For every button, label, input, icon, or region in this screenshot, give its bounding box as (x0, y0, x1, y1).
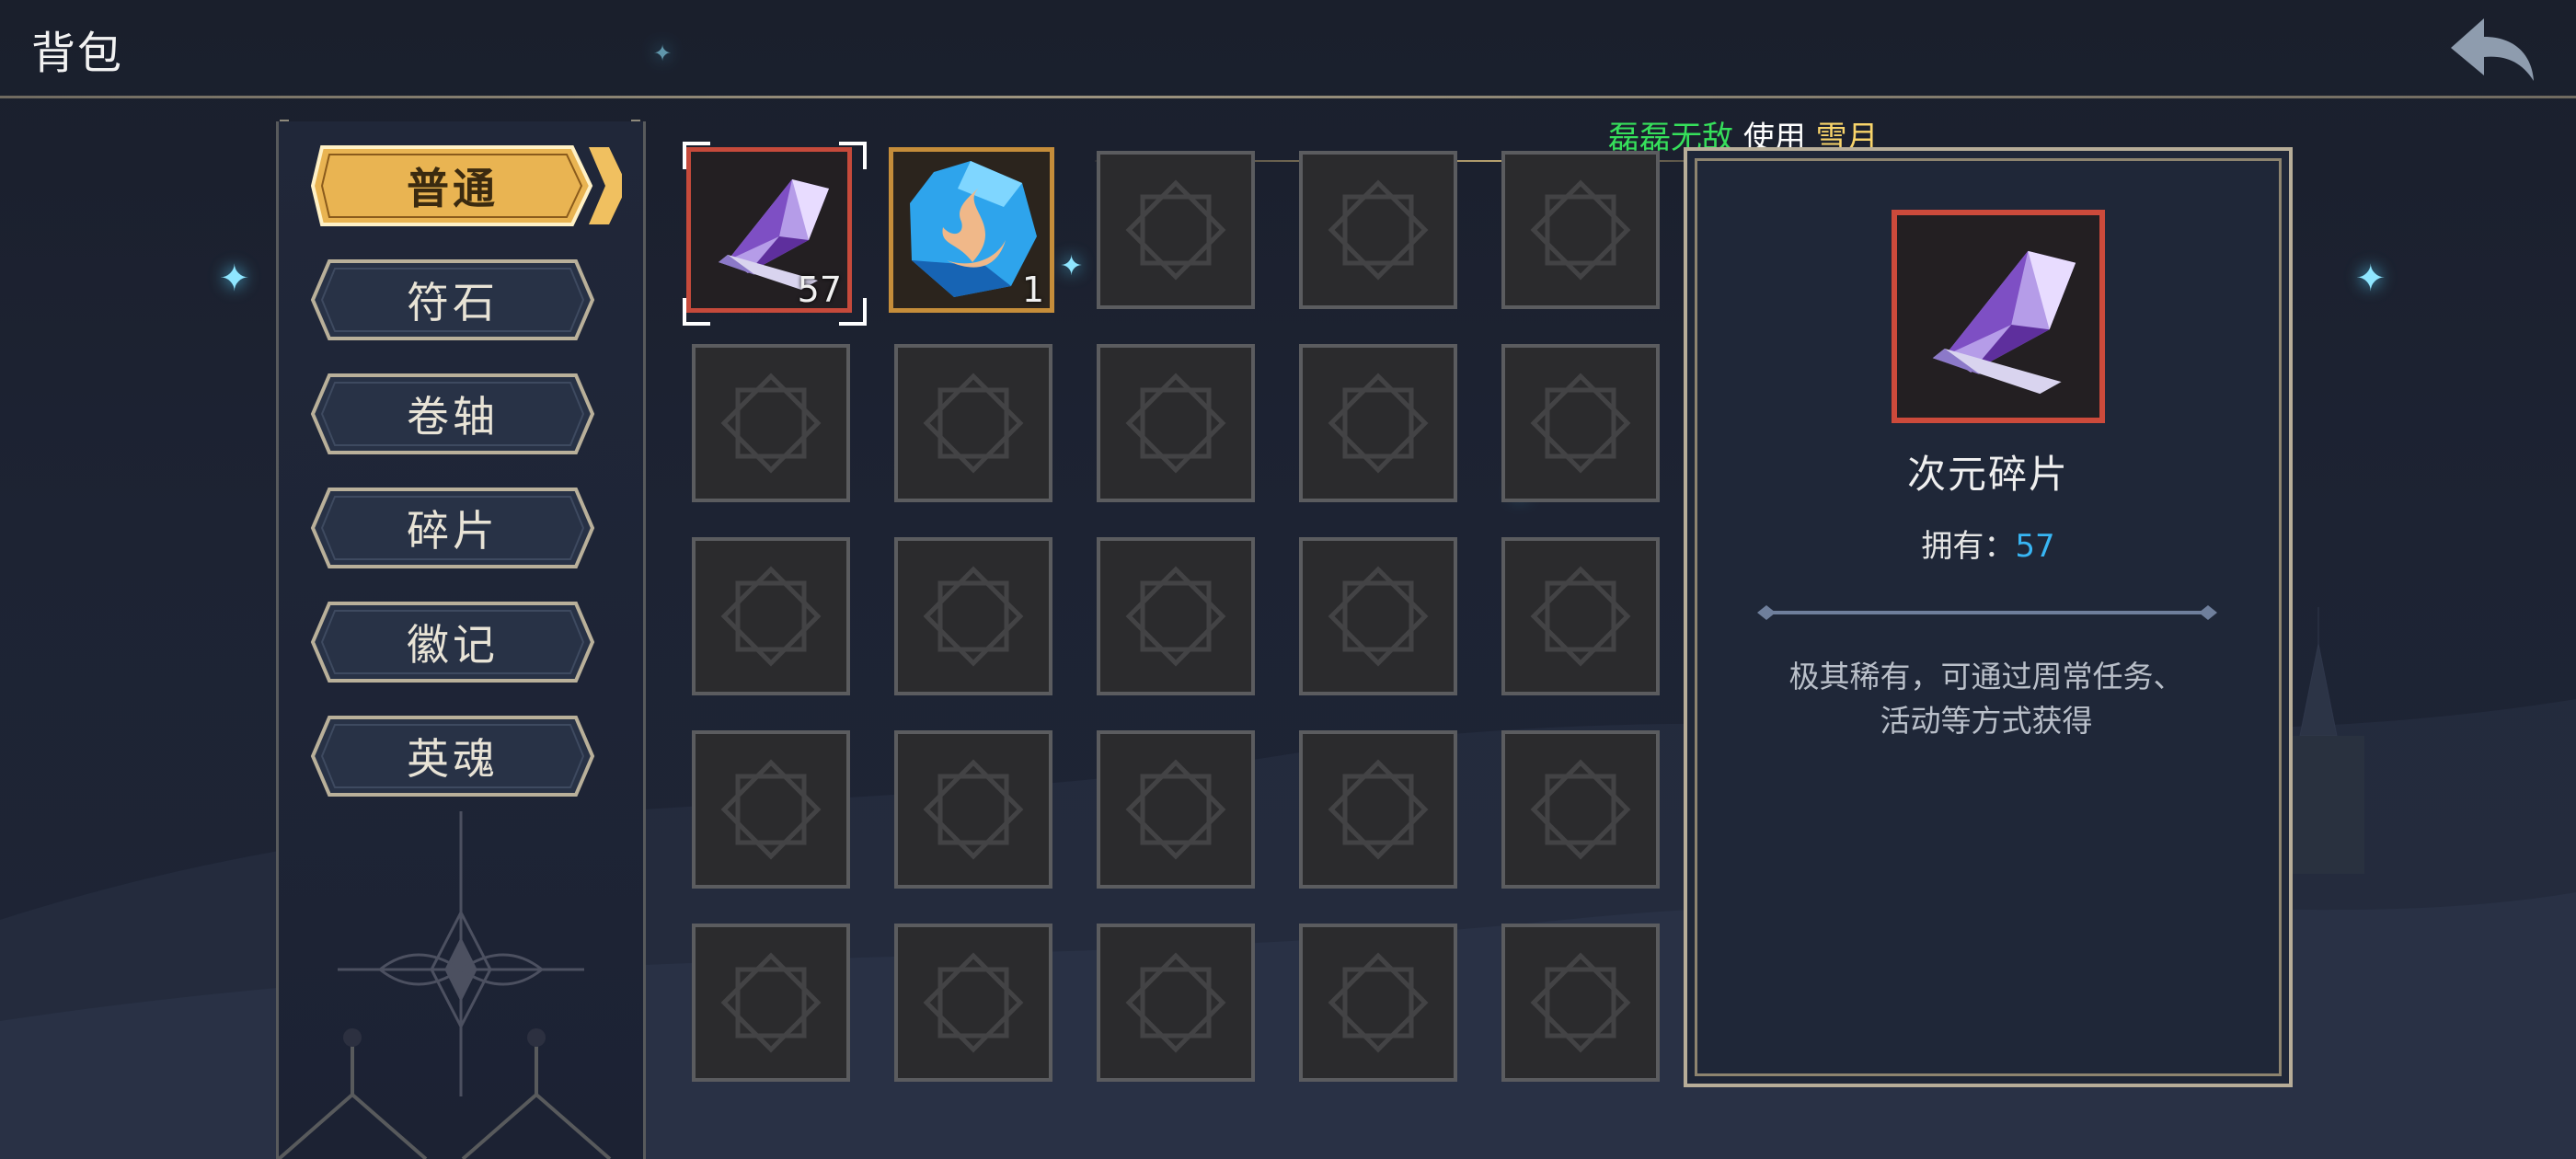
item-detail-panel: 次元碎片 拥有：57 极其稀有，可通过周常任务、 活动等方式获得 (1684, 147, 2293, 1087)
detail-icon-frame (1892, 210, 2105, 423)
empty-inventory-slot[interactable] (692, 344, 850, 502)
empty-inventory-slot[interactable] (1299, 151, 1457, 309)
tab-label: 卷轴 (407, 392, 499, 442)
item-count: 1 (1021, 270, 1044, 310)
empty-inventory-slot[interactable] (1299, 537, 1457, 695)
sparkle-icon: ✦ (2355, 258, 2386, 300)
selection-corner (839, 142, 867, 169)
empty-inventory-slot[interactable] (1501, 344, 1660, 502)
empty-inventory-slot[interactable] (1097, 730, 1255, 889)
empty-inventory-slot[interactable] (1097, 537, 1255, 695)
page-title: 背包 (31, 28, 124, 79)
slot-pattern-icon (1125, 566, 1226, 667)
tab-label: 普通 (407, 164, 499, 213)
tab-hero-soul[interactable]: 英魂 (309, 712, 596, 800)
slot-pattern-icon (1125, 759, 1226, 860)
slot-pattern-icon (923, 952, 1024, 1053)
sparkle-icon: ✦ (1060, 250, 1084, 282)
empty-inventory-slot[interactable] (1501, 730, 1660, 889)
slot-pattern-icon (1530, 759, 1631, 860)
empty-inventory-slot[interactable] (1299, 924, 1457, 1082)
slot-pattern-icon (1125, 179, 1226, 281)
slot-pattern-icon (1328, 759, 1429, 860)
slot-pattern-icon (720, 759, 822, 860)
slot-pattern-icon (1530, 566, 1631, 667)
tab-emblem[interactable]: 徽记 (309, 598, 596, 686)
slot-pattern-icon (1530, 373, 1631, 474)
item-owned: 拥有：57 (1687, 521, 2289, 566)
selection-corner (683, 298, 710, 326)
tab-label: 符石 (407, 278, 499, 327)
slot-pattern-icon (1328, 566, 1429, 667)
tab-fragment[interactable]: 碎片 (309, 484, 596, 572)
slot-pattern-icon (923, 759, 1024, 860)
tab-runestone[interactable]: 符石 (309, 256, 596, 344)
slot-pattern-icon (923, 566, 1024, 667)
empty-inventory-slot[interactable] (894, 344, 1052, 502)
empty-inventory-slot[interactable] (894, 537, 1052, 695)
slot-pattern-icon (1530, 179, 1631, 281)
owned-count: 57 (2015, 528, 2055, 565)
empty-inventory-slot[interactable] (1501, 151, 1660, 309)
description-line: 极其稀有，可通过周常任务、 (1788, 659, 2184, 694)
slot-pattern-icon (1328, 952, 1429, 1053)
empty-inventory-slot[interactable] (1097, 924, 1255, 1082)
slot-pattern-icon (720, 952, 822, 1053)
slot-pattern-icon (923, 373, 1024, 474)
selection-corner (839, 298, 867, 326)
slot-pattern-icon (1125, 373, 1226, 474)
empty-inventory-slot[interactable] (894, 924, 1052, 1082)
empty-inventory-slot[interactable] (692, 924, 850, 1082)
sparkle-icon: ✦ (219, 258, 250, 300)
empty-inventory-slot[interactable] (1299, 730, 1457, 889)
tab-label: 英魂 (407, 734, 499, 784)
empty-inventory-slot[interactable] (894, 730, 1052, 889)
description-line: 活动等方式获得 (1880, 703, 2093, 739)
empty-inventory-slot[interactable] (1097, 344, 1255, 502)
empty-inventory-slot[interactable] (1097, 151, 1255, 309)
empty-inventory-slot[interactable] (1299, 344, 1457, 502)
back-arrow-icon (2451, 18, 2534, 81)
selection-corner (683, 142, 710, 169)
detail-divider (1757, 605, 2217, 620)
empty-inventory-slot[interactable] (1501, 924, 1660, 1082)
back-button[interactable] (2447, 13, 2539, 86)
item-description: 极其稀有，可通过周常任务、 活动等方式获得 (1742, 655, 2230, 743)
slot-pattern-icon (720, 566, 822, 667)
crystal-shard-icon (1932, 250, 2076, 395)
tab-normal[interactable]: 普通 (309, 142, 622, 230)
owned-label: 拥有： (1921, 528, 2016, 565)
inventory-item-blue-stone[interactable]: 1 (889, 147, 1054, 313)
empty-inventory-slot[interactable] (692, 537, 850, 695)
top-bar: 背包 (0, 0, 2576, 96)
tab-scroll[interactable]: 卷轴 (309, 370, 596, 458)
tab-label: 碎片 (407, 506, 499, 556)
empty-inventory-slot[interactable] (1501, 537, 1660, 695)
slot-pattern-icon (1328, 179, 1429, 281)
slot-pattern-icon (1530, 952, 1631, 1053)
slot-pattern-icon (720, 373, 822, 474)
slot-pattern-icon (1328, 373, 1429, 474)
inventory-item-crystal-shard[interactable]: 57 (686, 147, 852, 313)
item-count: 57 (797, 270, 842, 310)
tab-label: 徽记 (407, 620, 499, 670)
empty-inventory-slot[interactable] (692, 730, 850, 889)
slot-pattern-icon (1125, 952, 1226, 1053)
item-name: 次元碎片 (1906, 452, 2069, 497)
top-divider (0, 96, 2576, 98)
